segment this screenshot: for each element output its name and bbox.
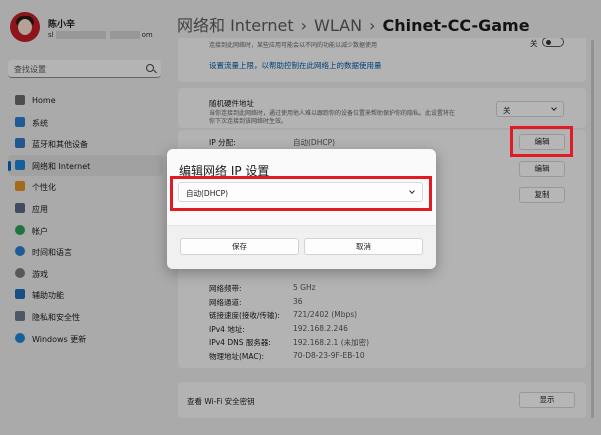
save-button[interactable]: 保存 (180, 238, 299, 255)
dialog-title: 编辑网络 IP 设置 (179, 164, 270, 178)
dialog-footer: 保存 取消 (167, 225, 436, 269)
ip-mode-value: 自动(DHCP) (186, 189, 229, 198)
edit-ip-dialog: 编辑网络 IP 设置 保存 取消 (167, 149, 436, 269)
ip-mode-select[interactable]: 自动(DHCP) (178, 182, 423, 202)
chevron-down-icon (409, 188, 415, 194)
cancel-button[interactable]: 取消 (304, 238, 423, 255)
